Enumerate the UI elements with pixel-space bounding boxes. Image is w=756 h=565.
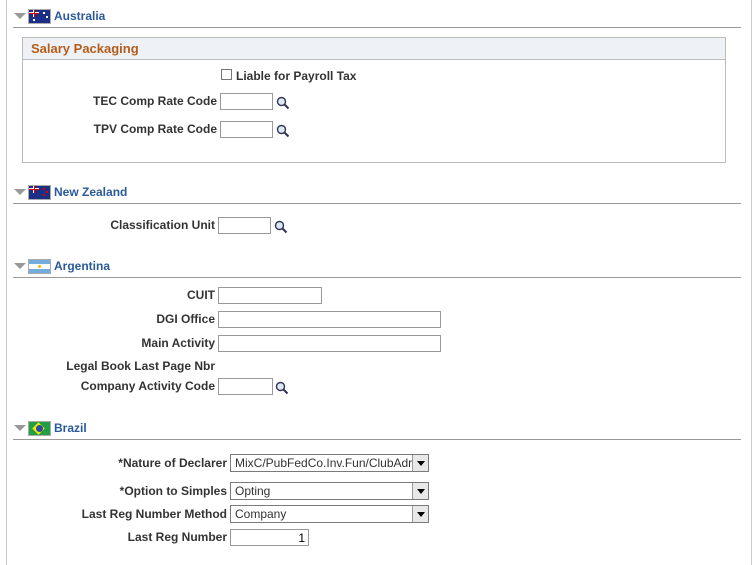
brazil-flag-icon bbox=[28, 420, 51, 436]
salary-packaging-header: Salary Packaging bbox=[23, 38, 725, 60]
liable-payroll-tax-checkbox[interactable] bbox=[221, 69, 232, 80]
salary-packaging-title: Salary Packaging bbox=[31, 41, 139, 56]
section-title-brazil[interactable]: Brazil bbox=[54, 421, 87, 435]
collapse-triangle-icon[interactable] bbox=[14, 13, 26, 19]
new-zealand-flag-icon bbox=[28, 184, 51, 200]
section-title-new-zealand[interactable]: New Zealand bbox=[54, 185, 127, 199]
section-header-australia[interactable]: Australia bbox=[14, 8, 105, 24]
dgi-office-input[interactable] bbox=[218, 311, 441, 328]
australia-flag-icon bbox=[28, 8, 51, 24]
nature-of-declarer-value: MixC/PubFedCo.Inv.Fun/ClubAdr bbox=[235, 456, 412, 470]
classification-unit-input[interactable] bbox=[218, 217, 271, 234]
section-divider bbox=[13, 27, 741, 28]
last-reg-number-input[interactable] bbox=[230, 529, 309, 546]
lookup-magnifier-icon[interactable] bbox=[275, 381, 289, 395]
lookup-magnifier-icon[interactable] bbox=[274, 220, 288, 234]
dropdown-arrow-icon[interactable] bbox=[412, 506, 428, 522]
collapse-triangle-icon[interactable] bbox=[14, 263, 26, 269]
main-activity-label: Main Activity bbox=[141, 336, 215, 350]
last-reg-number-label: Last Reg Number bbox=[127, 530, 227, 544]
section-title-argentina[interactable]: Argentina bbox=[54, 259, 110, 273]
option-to-simples-label: *Option to Simples bbox=[119, 484, 227, 498]
dgi-office-label: DGI Office bbox=[156, 312, 215, 326]
tpv-comp-rate-label: TPV Comp Rate Code bbox=[93, 122, 217, 136]
last-reg-number-method-select[interactable]: Company bbox=[230, 505, 429, 523]
liable-payroll-tax-label: Liable for Payroll Tax bbox=[236, 69, 357, 83]
cuit-input[interactable] bbox=[218, 287, 322, 304]
company-activity-code-input[interactable] bbox=[218, 378, 273, 395]
dropdown-arrow-icon[interactable] bbox=[412, 483, 428, 499]
lookup-magnifier-icon[interactable] bbox=[276, 96, 290, 110]
section-divider bbox=[13, 277, 741, 278]
lookup-magnifier-icon[interactable] bbox=[276, 124, 290, 138]
tec-comp-rate-input[interactable] bbox=[220, 93, 273, 110]
section-divider bbox=[13, 203, 741, 204]
main-activity-input[interactable] bbox=[218, 335, 441, 352]
section-divider bbox=[13, 439, 741, 440]
nature-of-declarer-label: *Nature of Declarer bbox=[118, 456, 227, 470]
last-reg-number-method-label: Last Reg Number Method bbox=[81, 507, 227, 521]
tec-comp-rate-label: TEC Comp Rate Code bbox=[92, 94, 217, 108]
cuit-label: CUIT bbox=[187, 288, 215, 302]
section-header-new-zealand[interactable]: New Zealand bbox=[14, 184, 127, 200]
classification-unit-label: Classification Unit bbox=[110, 218, 215, 232]
dropdown-arrow-icon[interactable] bbox=[412, 455, 428, 471]
section-title-australia[interactable]: Australia bbox=[54, 9, 105, 23]
section-header-argentina[interactable]: Argentina bbox=[14, 258, 110, 274]
last-reg-number-method-value: Company bbox=[235, 507, 287, 521]
argentina-flag-icon bbox=[28, 258, 51, 274]
company-activity-code-label: Company Activity Code bbox=[80, 379, 215, 393]
nature-of-declarer-select[interactable]: MixC/PubFedCo.Inv.Fun/ClubAdr bbox=[230, 454, 429, 472]
collapse-triangle-icon[interactable] bbox=[14, 189, 26, 195]
option-to-simples-select[interactable]: Opting bbox=[230, 482, 429, 500]
section-header-brazil[interactable]: Brazil bbox=[14, 420, 87, 436]
legal-book-last-page-label: Legal Book Last Page Nbr bbox=[66, 359, 215, 373]
collapse-triangle-icon[interactable] bbox=[14, 425, 26, 431]
option-to-simples-value: Opting bbox=[235, 484, 271, 498]
tpv-comp-rate-input[interactable] bbox=[220, 121, 273, 138]
